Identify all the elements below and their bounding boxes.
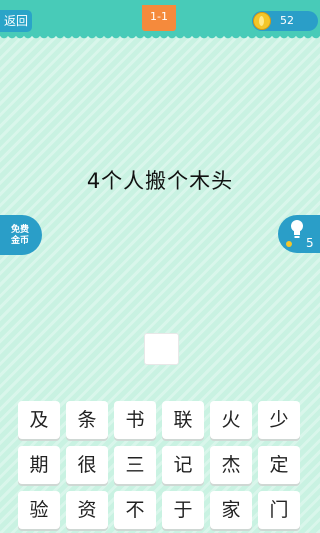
back-button[interactable]: 返回 [0, 10, 32, 32]
hint-button[interactable]: 5 [278, 215, 320, 253]
character-key[interactable]: 书 [114, 401, 156, 439]
character-key[interactable]: 门 [258, 491, 300, 529]
coin-count: 52 [280, 14, 294, 27]
character-key[interactable]: 记 [162, 446, 204, 484]
character-key[interactable]: 及 [18, 401, 60, 439]
character-key[interactable]: 验 [18, 491, 60, 529]
hint-coin-icon [286, 241, 292, 247]
character-key[interactable]: 定 [258, 446, 300, 484]
character-key[interactable]: 三 [114, 446, 156, 484]
character-key[interactable]: 很 [66, 446, 108, 484]
character-key[interactable]: 条 [66, 401, 108, 439]
coin-icon [253, 12, 271, 30]
character-key[interactable]: 不 [114, 491, 156, 529]
lightbulb-icon [291, 220, 303, 238]
answer-slot[interactable] [144, 333, 179, 365]
coin-balance: 52 [252, 11, 318, 31]
free-coins-label-line1: 免费 [10, 225, 29, 235]
character-key[interactable]: 联 [162, 401, 204, 439]
character-key[interactable]: 少 [258, 401, 300, 439]
character-key[interactable]: 火 [210, 401, 252, 439]
top-bar-scallop-edge [0, 34, 320, 40]
free-coins-button[interactable]: 免费 金币 [0, 215, 42, 255]
hint-count: 5 [306, 236, 314, 250]
level-indicator: 1-1 [142, 5, 176, 31]
riddle-question: 4个人搬个木头 [86, 169, 234, 193]
character-key[interactable]: 资 [66, 491, 108, 529]
character-key[interactable]: 家 [210, 491, 252, 529]
character-key[interactable]: 于 [162, 491, 204, 529]
character-key[interactable]: 杰 [210, 446, 252, 484]
free-coins-label-line2: 金币 [10, 236, 29, 246]
top-bar: 返回 1-1 52 [0, 0, 320, 36]
character-key[interactable]: 期 [18, 446, 60, 484]
